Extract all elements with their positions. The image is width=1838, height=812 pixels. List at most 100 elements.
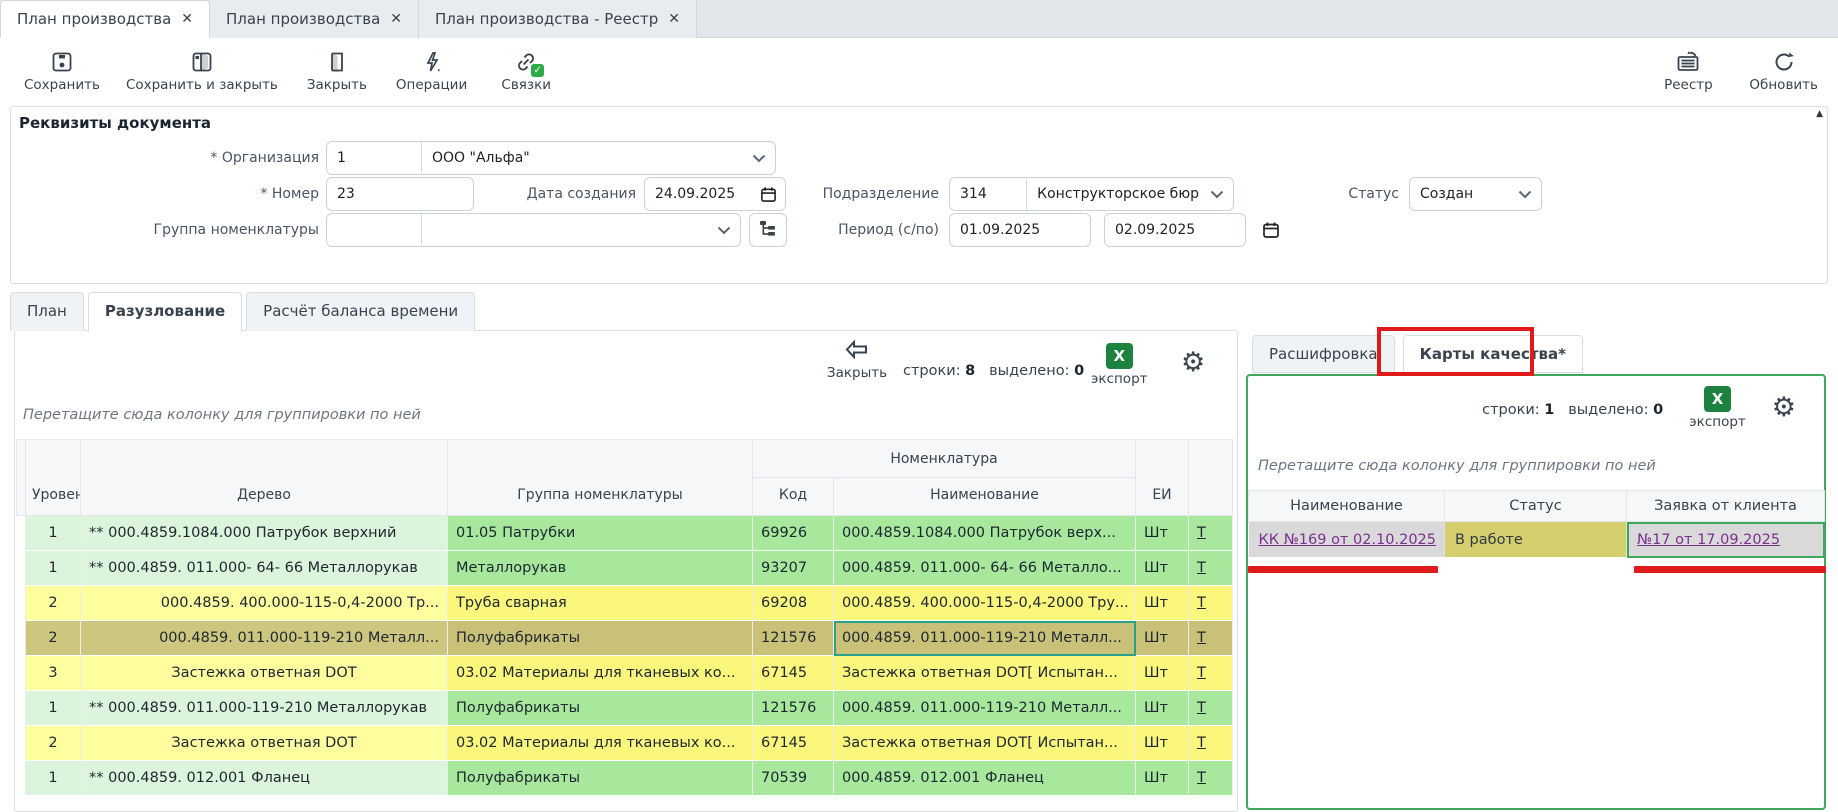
- operations-button[interactable]: Операции: [386, 46, 477, 97]
- chevron-down-icon[interactable]: [743, 154, 775, 163]
- quality-card-link[interactable]: КК №169 от 02.10.2025: [1259, 532, 1437, 548]
- created-date-value[interactable]: 24.09.2025: [645, 178, 745, 210]
- organization-label: * Организация: [19, 141, 319, 175]
- collapse-indicator-icon[interactable]: ▲: [1816, 109, 1823, 119]
- cut-link-cell[interactable]: Т: [1189, 586, 1233, 621]
- table-row[interactable]: 2000.4859. 400.000-115-0,4-2000 Тр...Тру…: [17, 586, 1233, 621]
- client-request-link[interactable]: №17 от 17.09.2025: [1637, 532, 1780, 548]
- table-row[interactable]: 1** 000.4859. 011.000-119-210 Металлорук…: [17, 691, 1233, 726]
- nomenclature-group-value[interactable]: [422, 214, 442, 246]
- name-cell[interactable]: Застежка ответная DOT[ Испытан...: [834, 656, 1136, 691]
- tree-cell[interactable]: ** 000.4859. 011.000- 64- 66 Металлорука…: [81, 551, 448, 586]
- links-button[interactable]: ✓ Связки: [483, 46, 569, 97]
- registry-button[interactable]: Реестр: [1645, 46, 1731, 97]
- save-and-close-icon: [190, 50, 214, 74]
- column-header-level[interactable]: Уровень: [26, 440, 81, 516]
- column-header-group[interactable]: Группа номенклатуры: [448, 440, 753, 516]
- chevron-down-icon[interactable]: [708, 226, 740, 235]
- cut-link-cell[interactable]: Т: [1189, 726, 1233, 761]
- gear-icon[interactable]: ⚙: [1181, 349, 1205, 376]
- calendar-icon[interactable]: [752, 186, 785, 203]
- spacer-cell: [17, 586, 26, 621]
- cut-link-cell[interactable]: Т: [1189, 516, 1233, 551]
- name-cell[interactable]: 000.4859. 011.000- 64- 66 Металло...: [834, 551, 1136, 586]
- column-header-status[interactable]: Статус: [1445, 491, 1627, 522]
- column-header-code[interactable]: Код: [753, 478, 834, 516]
- name-cell[interactable]: 000.4859. 012.001 Фланец: [834, 761, 1136, 796]
- chevron-down-icon[interactable]: [1201, 190, 1233, 199]
- tree-cell[interactable]: ** 000.4859.1084.000 Патрубок верхний: [81, 516, 448, 551]
- tree-cell[interactable]: Застежка ответная DOT: [81, 656, 448, 691]
- tab-time-balance[interactable]: Расчёт баланса времени: [246, 292, 475, 331]
- tab-rasshifrovka[interactable]: Расшифровка: [1252, 335, 1395, 373]
- export-button[interactable]: X экспорт: [1689, 386, 1746, 430]
- organization-name[interactable]: ООО "Альфа": [422, 142, 540, 174]
- cut-link-cell[interactable]: Т: [1189, 656, 1233, 691]
- save-button[interactable]: Сохранить: [14, 46, 110, 97]
- division-code[interactable]: 314: [950, 178, 1027, 210]
- grid-close-button[interactable]: Закрыть: [821, 339, 893, 381]
- tree-cell[interactable]: ** 000.4859. 011.000-119-210 Металлорука…: [81, 691, 448, 726]
- name-cell[interactable]: 000.4859. 011.000-119-210 Металл...: [834, 621, 1136, 656]
- gear-icon[interactable]: ⚙: [1772, 394, 1796, 421]
- name-cell[interactable]: 000.4859. 011.000-119-210 Металл...: [834, 691, 1136, 726]
- tree-cell[interactable]: Застежка ответная DOT: [81, 726, 448, 761]
- window-tab-1[interactable]: План производства ✕: [0, 0, 210, 38]
- column-header-tree[interactable]: Дерево: [81, 440, 448, 516]
- period-from-field[interactable]: [949, 213, 1091, 247]
- unit-cell: Шт: [1136, 516, 1189, 551]
- cut-link-cell[interactable]: Т: [1189, 621, 1233, 656]
- division-name[interactable]: Конструкторское бюр: [1027, 178, 1201, 210]
- period-from-input[interactable]: [950, 214, 1090, 246]
- table-row[interactable]: 1** 000.4859. 011.000- 64- 66 Металлорук…: [17, 551, 1233, 586]
- window-tab-2[interactable]: План производства ✕: [210, 0, 419, 38]
- table-row[interactable]: 2Застежка ответная DOT03.02 Материалы дл…: [17, 726, 1233, 761]
- save-and-close-button[interactable]: Сохранить и закрыть: [116, 46, 288, 97]
- cut-link-cell[interactable]: Т: [1189, 551, 1233, 586]
- column-header-client-request[interactable]: Заявка от клиента: [1627, 491, 1825, 522]
- export-button[interactable]: X экспорт: [1091, 343, 1148, 387]
- name-cell[interactable]: Застежка ответная DOT[ Испытан...: [834, 726, 1136, 761]
- tab-quality-cards[interactable]: Карты качества*: [1403, 335, 1583, 373]
- close-tab-icon[interactable]: ✕: [181, 11, 193, 27]
- organization-code[interactable]: 1: [327, 142, 422, 174]
- period-to-field[interactable]: [1104, 213, 1246, 247]
- table-row[interactable]: 3Застежка ответная DOT03.02 Материалы дл…: [17, 656, 1233, 691]
- tree-cell[interactable]: 000.4859. 400.000-115-0,4-2000 Тр...: [81, 586, 448, 621]
- table-row[interactable]: КК №169 от 02.10.2025 В работе №17 от 17…: [1249, 522, 1825, 558]
- created-date-field[interactable]: 24.09.2025: [644, 177, 786, 211]
- nomenclature-group-code[interactable]: [327, 214, 422, 246]
- level-cell: 1: [26, 516, 81, 551]
- status-select[interactable]: Создан: [1409, 177, 1542, 211]
- table-row[interactable]: 1** 000.4859.1084.000 Патрубок верхний01…: [17, 516, 1233, 551]
- cut-link-cell[interactable]: Т: [1189, 691, 1233, 726]
- calendar-icon[interactable]: [1254, 221, 1288, 239]
- organization-combo[interactable]: 1 ООО "Альфа": [326, 141, 776, 175]
- table-row[interactable]: 2000.4859. 011.000-119-210 Металл...Полу…: [17, 621, 1233, 656]
- tab-razuzlovanie[interactable]: Разузлование: [88, 292, 242, 332]
- name-cell[interactable]: 000.4859.1084.000 Патрубок верх...: [834, 516, 1136, 551]
- column-header-name[interactable]: Наименование: [834, 478, 1136, 516]
- number-field[interactable]: [326, 177, 474, 211]
- division-combo[interactable]: 314 Конструкторское бюр: [949, 177, 1234, 211]
- chevron-down-icon[interactable]: [1509, 190, 1541, 199]
- close-tab-icon[interactable]: ✕: [390, 11, 402, 27]
- period-to-input[interactable]: [1105, 214, 1245, 246]
- tree-select-button[interactable]: [749, 213, 787, 247]
- close-tab-icon[interactable]: ✕: [668, 11, 680, 27]
- column-header-nomenclature[interactable]: Номенклатура: [753, 440, 1136, 478]
- tab-plan[interactable]: План: [10, 292, 84, 331]
- status-value[interactable]: Создан: [1410, 178, 1483, 210]
- refresh-button[interactable]: Обновить: [1739, 46, 1828, 97]
- close-button[interactable]: Закрыть: [294, 46, 380, 97]
- tree-cell[interactable]: ** 000.4859. 012.001 Фланец: [81, 761, 448, 796]
- column-header-name[interactable]: Наименование: [1249, 491, 1445, 522]
- window-tab-3[interactable]: План производства - Реестр ✕: [419, 0, 697, 38]
- cut-link-cell[interactable]: Т: [1189, 761, 1233, 796]
- nomenclature-group-combo[interactable]: [326, 213, 741, 247]
- column-header-unit[interactable]: ЕИ: [1136, 440, 1189, 516]
- tree-cell[interactable]: 000.4859. 011.000-119-210 Металл...: [81, 621, 448, 656]
- table-row[interactable]: 1** 000.4859. 012.001 ФланецПолуфабрикат…: [17, 761, 1233, 796]
- number-input[interactable]: [327, 178, 473, 210]
- name-cell[interactable]: 000.4859. 400.000-115-0,4-2000 Тру...: [834, 586, 1136, 621]
